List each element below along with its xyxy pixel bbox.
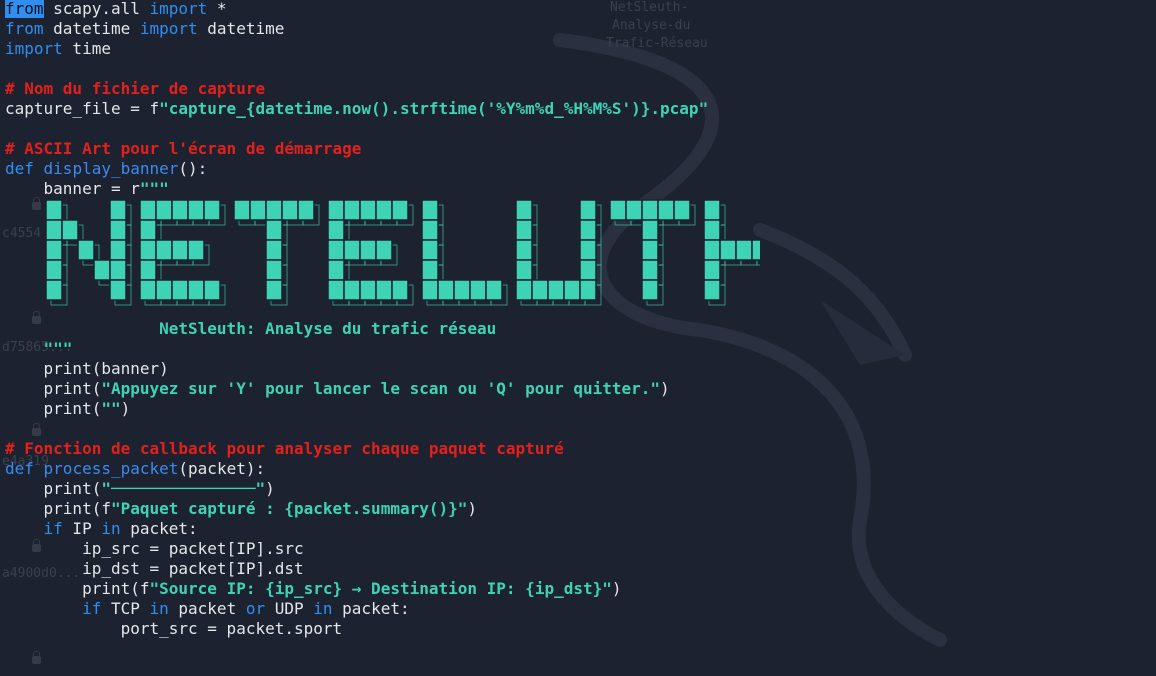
code-line: if IP in packet:: [43, 519, 198, 538]
code-line: """: [5, 339, 73, 358]
banner-letter-u: [515, 199, 602, 306]
comment: # Fonction de callback pour analyser cha…: [5, 439, 564, 458]
code-line: from datetime import datetime: [5, 19, 285, 38]
function-name: display_banner: [33, 159, 179, 178]
code-line: # Nom du fichier de capture: [5, 79, 1156, 99]
banner-letter-e: [139, 199, 226, 306]
banner-letter-h: [703, 199, 760, 306]
function-name: process_packet: [33, 459, 179, 478]
code-line: if TCP in packet or UDP in packet:: [82, 599, 410, 618]
banner-letter-l: [421, 199, 508, 306]
string-literal: "capture_{datetime.now().strftime('%Y%m%…: [159, 99, 709, 118]
code-line: port_src = packet.sport: [5, 619, 343, 638]
code-line: ip_src = packet[IP].src: [5, 539, 304, 558]
code-line: def display_banner():: [5, 159, 208, 178]
code-line: capture_file = f"capture_{datetime.now()…: [5, 99, 709, 118]
banner-letter-e: [327, 199, 414, 306]
code-line: from scapy.all import *: [5, 0, 227, 18]
banner-subtitle: NetSleuth: Analyse du trafic réseau: [5, 319, 497, 338]
code-line: # Fonction de callback pour analyser cha…: [5, 439, 1156, 459]
code-line: NetSleuth: Analyse du trafic réseau: [5, 319, 1156, 339]
code-line: print(f"Paquet capturé : {packet.summary…: [5, 499, 478, 518]
code-line: print(""): [5, 399, 131, 418]
code-line: import time: [5, 39, 111, 58]
banner-letter-n: [45, 199, 132, 306]
banner-letter-t: [233, 199, 320, 306]
lock-icon: [32, 651, 41, 664]
code-line: print("───────────────"): [5, 479, 275, 498]
comment: # Nom du fichier de capture: [5, 79, 266, 98]
banner-block-letters: [45, 199, 760, 306]
banner-letter-t: [609, 199, 696, 306]
code-line: print(banner): [5, 359, 169, 378]
code-line: print("Appuyez sur 'Y' pour lancer le sc…: [5, 379, 670, 398]
keyword: from: [5, 0, 44, 18]
code-editor[interactable]: from scapy.all import * from datetime im…: [5, 0, 1156, 639]
comment: # ASCII Art pour l'écran de démarrage: [5, 139, 362, 158]
code-line: ip_dst = packet[IP].dst: [5, 559, 304, 578]
code-line: def process_packet(packet):: [5, 459, 266, 478]
code-line: print(f"Source IP: {ip_src} → Destinatio…: [5, 579, 622, 598]
code-line: # ASCII Art pour l'écran de démarrage: [5, 139, 1156, 159]
